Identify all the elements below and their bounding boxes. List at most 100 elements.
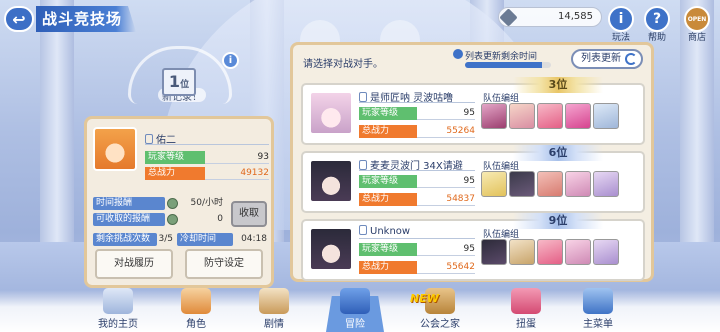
nav-label: 主菜单 bbox=[583, 319, 613, 330]
new-badge: NEW bbox=[410, 292, 439, 305]
time-reward-label: 时间报酬 bbox=[93, 197, 165, 210]
list-timer-label: 列表更新剩余时间 bbox=[465, 52, 538, 62]
cooldown-label: 冷却时间 bbox=[177, 233, 233, 246]
refresh-icon bbox=[625, 53, 637, 65]
opponent-level: 95 bbox=[417, 107, 475, 120]
opponent-card[interactable]: 3位 是师匠呐 灵波咕噜 玩家等级 95 总战力 55264 队伍编组 bbox=[301, 77, 645, 145]
defense-setup-button[interactable]: 防守设定 bbox=[185, 249, 263, 279]
nav-main-menu[interactable]: 主菜单 bbox=[566, 288, 630, 330]
list-timer-bar bbox=[465, 62, 551, 68]
nav-label: 冒险 bbox=[345, 319, 365, 330]
opponent-power: 54837 bbox=[417, 193, 475, 206]
remaining-label: 剩余挑战次数 bbox=[93, 233, 157, 246]
time-reward-value: 50/小时 bbox=[190, 198, 224, 208]
unit-portrait bbox=[593, 239, 619, 265]
name-icon bbox=[359, 160, 367, 170]
opponent-level-label: 玩家等级 bbox=[359, 175, 417, 188]
remaining-value: 3/5 bbox=[158, 234, 173, 244]
refresh-label: 列表更新 bbox=[581, 53, 621, 64]
opponent-power-label: 总战力 bbox=[359, 261, 417, 274]
rules-button[interactable]: i bbox=[608, 6, 634, 32]
opponent-avatar bbox=[309, 159, 353, 203]
unit-portrait bbox=[481, 239, 507, 265]
player-panel: 佑二 玩家等级 93 总战力 49132 时间报酬 50/小时 可收取的报酬 0… bbox=[84, 116, 274, 288]
opponent-name: 是师匠呐 灵波咕噜 bbox=[370, 93, 454, 104]
unit-portrait bbox=[481, 171, 507, 197]
nav-home[interactable]: 我的主页 bbox=[86, 288, 150, 330]
list-timer-fill bbox=[465, 62, 543, 68]
nav-label: 角色 bbox=[186, 319, 206, 330]
opponent-power: 55642 bbox=[417, 261, 475, 274]
battle-history-button[interactable]: 对战履历 bbox=[95, 249, 173, 279]
name-icon bbox=[145, 134, 153, 144]
page-title: 战斗竞技场 bbox=[42, 10, 123, 28]
shop-icon: OPEN bbox=[687, 15, 707, 23]
unit-portrait bbox=[565, 171, 591, 197]
scroll-icon bbox=[259, 288, 289, 314]
coin-icon bbox=[167, 198, 178, 209]
opponent-level: 95 bbox=[417, 243, 475, 256]
coin-icon bbox=[167, 214, 178, 225]
unit-portrait bbox=[537, 239, 563, 265]
castle-icon bbox=[103, 288, 133, 314]
nav-gacha[interactable]: 扭蛋 bbox=[494, 288, 558, 330]
nav-label: 公会之家 bbox=[420, 319, 460, 330]
opponent-level-label: 玩家等级 bbox=[359, 243, 417, 256]
opponent-power: 55264 bbox=[417, 125, 475, 138]
help-button[interactable]: ? bbox=[644, 6, 670, 32]
bottom-nav: 我的主页 角色 剧情 冒险 公会之家 扭蛋 主菜单 bbox=[0, 288, 720, 332]
opponent-level: 95 bbox=[417, 175, 475, 188]
currency-value: 14,585 bbox=[558, 11, 593, 22]
player-rank-card: 1位 bbox=[162, 68, 196, 96]
refresh-list-button[interactable]: 列表更新 bbox=[571, 49, 643, 69]
player-avatar bbox=[93, 127, 137, 171]
player-name: 佑二 bbox=[156, 135, 176, 146]
opponent-avatar bbox=[309, 91, 353, 135]
opponent-rank: 3位 bbox=[513, 77, 603, 93]
rank-unit: 位 bbox=[180, 80, 190, 90]
opponent-power-label: 总战力 bbox=[359, 125, 417, 138]
opponents-panel: 请选择对战对手。 列表更新剩余时间 列表更新 3位 是师匠呐 灵波咕噜 玩家等级… bbox=[290, 42, 654, 282]
opponent-level-label: 玩家等级 bbox=[359, 107, 417, 120]
help-icon: ? bbox=[652, 11, 662, 27]
nav-story[interactable]: 剧情 bbox=[242, 288, 306, 330]
rank-info-button[interactable]: i bbox=[222, 52, 239, 69]
crystal-icon bbox=[583, 288, 613, 314]
unit-portrait bbox=[593, 103, 619, 129]
currency-display: 14,585 bbox=[498, 7, 602, 27]
opponent-name-bar: 麦麦灵波门 34X请避 bbox=[359, 157, 475, 172]
opponent-card[interactable]: 9位 Unknow 玩家等级 95 总战力 55642 队伍编组 bbox=[301, 213, 645, 281]
unit-portrait bbox=[509, 103, 535, 129]
player-level-label: 玩家等级 bbox=[145, 151, 205, 164]
unit-portrait bbox=[481, 103, 507, 129]
opponent-name: 麦麦灵波门 34X请避 bbox=[370, 161, 463, 172]
unit-portrait bbox=[537, 171, 563, 197]
name-icon bbox=[359, 225, 367, 235]
name-icon bbox=[359, 92, 367, 102]
claimable-value: 0 bbox=[217, 214, 223, 224]
nav-characters[interactable]: 角色 bbox=[164, 288, 228, 330]
cooldown-value: 04:18 bbox=[241, 234, 267, 244]
opponent-rank: 6位 bbox=[513, 145, 603, 161]
nav-label: 我的主页 bbox=[98, 319, 138, 330]
back-button[interactable]: ↩ bbox=[4, 6, 34, 32]
gacha-icon bbox=[511, 288, 541, 314]
unit-portrait bbox=[509, 171, 535, 197]
clock-icon bbox=[453, 49, 463, 59]
unit-portrait bbox=[509, 239, 535, 265]
gem-icon bbox=[499, 8, 518, 27]
character-icon bbox=[181, 288, 211, 314]
claimable-label: 可收取的报酬 bbox=[93, 213, 165, 226]
player-level: 93 bbox=[205, 151, 269, 164]
nav-adventure[interactable]: 冒险 bbox=[323, 288, 387, 330]
info-icon: i bbox=[618, 11, 624, 27]
unit-portrait bbox=[537, 103, 563, 129]
opponent-team bbox=[481, 103, 619, 129]
player-power: 49132 bbox=[205, 167, 269, 180]
unit-portrait bbox=[565, 103, 591, 129]
player-rank: 1 bbox=[168, 72, 181, 91]
collect-button[interactable]: 收取 bbox=[231, 201, 267, 227]
back-icon: ↩ bbox=[12, 9, 26, 29]
opponent-card[interactable]: 6位 麦麦灵波门 34X请避 玩家等级 95 总战力 54837 队伍编组 bbox=[301, 145, 645, 213]
shop-button[interactable]: OPEN bbox=[684, 6, 710, 32]
